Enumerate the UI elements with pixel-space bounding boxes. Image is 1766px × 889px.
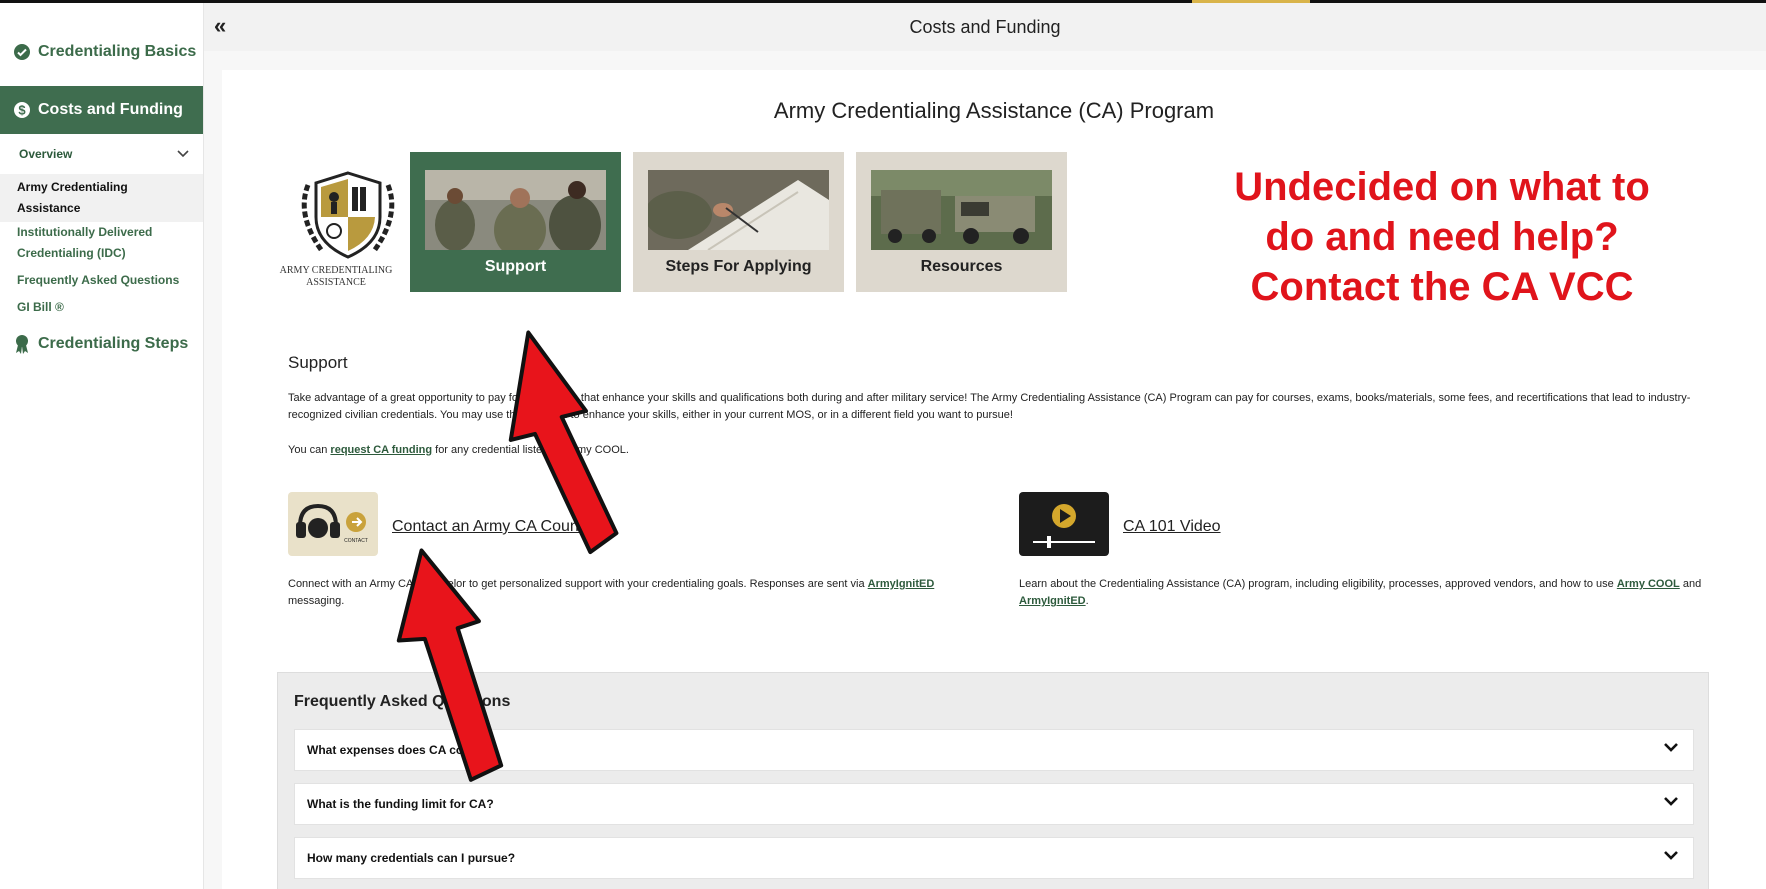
chevron-down-icon: [1663, 849, 1679, 867]
steps-photo: [648, 170, 829, 250]
video-desc-text: .: [1085, 595, 1089, 607]
support-funding-line: You can request CA funding for any crede…: [288, 442, 1728, 459]
callout-line: Contact the CA VCC: [1250, 265, 1634, 309]
ca-101-video-link[interactable]: CA 101 Video: [1123, 518, 1221, 536]
video-desc-text: and: [1679, 578, 1702, 590]
funding-line-text: for any credential listed on Army COOL.: [432, 444, 629, 456]
faq-item[interactable]: What expenses does CA cover?: [294, 729, 1694, 771]
faq-question: What expenses does CA cover?: [307, 743, 489, 757]
sidebar-item-faq[interactable]: Frequently Asked Questions: [0, 270, 203, 291]
support-photo: [425, 170, 606, 250]
chevron-down-icon: [177, 147, 189, 161]
card-label: Steps For Applying: [665, 258, 812, 275]
check-badge-icon: [12, 42, 32, 62]
sidebar-section-costs-and-funding[interactable]: $ Costs and Funding: [0, 86, 203, 134]
army-cool-link[interactable]: Army COOL: [1617, 578, 1680, 590]
ca-101-video-tile[interactable]: [1019, 492, 1109, 556]
program-title: Army Credentialing Assistance (CA) Progr…: [773, 98, 1215, 123]
main-content: Army Credentialing Assistance (CA) Progr…: [222, 70, 1766, 889]
contact-desc-text: Connect with an Army CA Counselor to get…: [288, 578, 868, 590]
contact-counselor-link[interactable]: Contact an Army CA Counselor: [392, 518, 613, 536]
award-ribbon-icon: [12, 334, 32, 354]
support-heading: Support: [288, 353, 348, 372]
video-description: Learn about the Credentialing Assistance…: [1019, 576, 1709, 610]
faq-question: What is the funding limit for CA?: [307, 797, 494, 811]
card-steps-for-applying[interactable]: Steps For Applying: [633, 152, 844, 292]
callout-line: Undecided on what to: [1234, 165, 1650, 209]
request-ca-funding-link[interactable]: request CA funding: [330, 444, 432, 456]
card-label: Resources: [920, 258, 1003, 275]
video-desc-text: Learn about the Credentialing Assistance…: [1019, 578, 1617, 590]
logo-caption: ARMY CREDENTIALING ASSISTANCE: [279, 265, 393, 288]
contact-tile-text: CONTACT: [344, 538, 368, 544]
sidebar-overview-toggle[interactable]: Overview: [0, 134, 203, 174]
contact-counselor-tile[interactable]: CONTACT: [288, 492, 378, 556]
card-support[interactable]: Support: [410, 152, 621, 292]
armyignited-link[interactable]: ArmyIgnitED: [868, 578, 935, 590]
callout-line: do and need help?: [1265, 215, 1619, 259]
sidebar-item-army-credentialing-assistance[interactable]: Army Credentialing Assistance: [0, 174, 203, 222]
faq-question: How many credentials can I pursue?: [307, 851, 516, 865]
sidebar-item-idc[interactable]: Institutionally Delivered Credentialing …: [0, 222, 203, 264]
help-callout: Undecided on what to do and need help? C…: [1182, 162, 1702, 312]
chevron-down-icon: [1663, 741, 1679, 759]
resources-photo: [871, 170, 1052, 250]
svg-text:$: $: [18, 103, 26, 118]
faq-item[interactable]: What is the funding limit for CA?: [294, 783, 1694, 825]
support-paragraph: Take advantage of a great opportunity to…: [288, 392, 1691, 421]
card-resources[interactable]: Resources: [856, 152, 1067, 292]
card-label: Support: [484, 258, 547, 275]
sidebar-section-label: Credentialing Steps: [38, 335, 189, 352]
sidebar-item-gi-bill[interactable]: GI Bill ®: [0, 297, 203, 318]
sidebar-section-credentialing-basics[interactable]: Credentialing Basics: [0, 30, 203, 74]
sidebar-section-label: Costs and Funding: [38, 101, 183, 118]
dollar-icon: $: [12, 100, 32, 120]
contact-desc-text: messaging.: [288, 595, 345, 607]
sidebar-overview-label: Overview: [19, 147, 73, 161]
page-header: « Costs and Funding: [204, 3, 1766, 51]
page-title: Costs and Funding: [909, 17, 1061, 37]
sidebar-section-label: Credentialing Basics: [38, 43, 197, 60]
faq-item[interactable]: How many credentials can I pursue?: [294, 837, 1694, 879]
funding-line-text: You can: [288, 444, 331, 456]
sidebar-section-credentialing-steps[interactable]: Credentialing Steps: [0, 322, 203, 366]
armyignited-link[interactable]: ArmyIgnitED: [1019, 595, 1086, 607]
contact-description: Connect with an Army CA Counselor to get…: [288, 576, 938, 610]
faq-title: Frequently Asked Questions: [294, 693, 511, 710]
chevron-down-icon: [1663, 795, 1679, 813]
sidebar: Credentialing Basics $ Costs and Funding…: [0, 3, 204, 889]
faq-section: Frequently Asked Questions What expenses…: [277, 672, 1709, 889]
